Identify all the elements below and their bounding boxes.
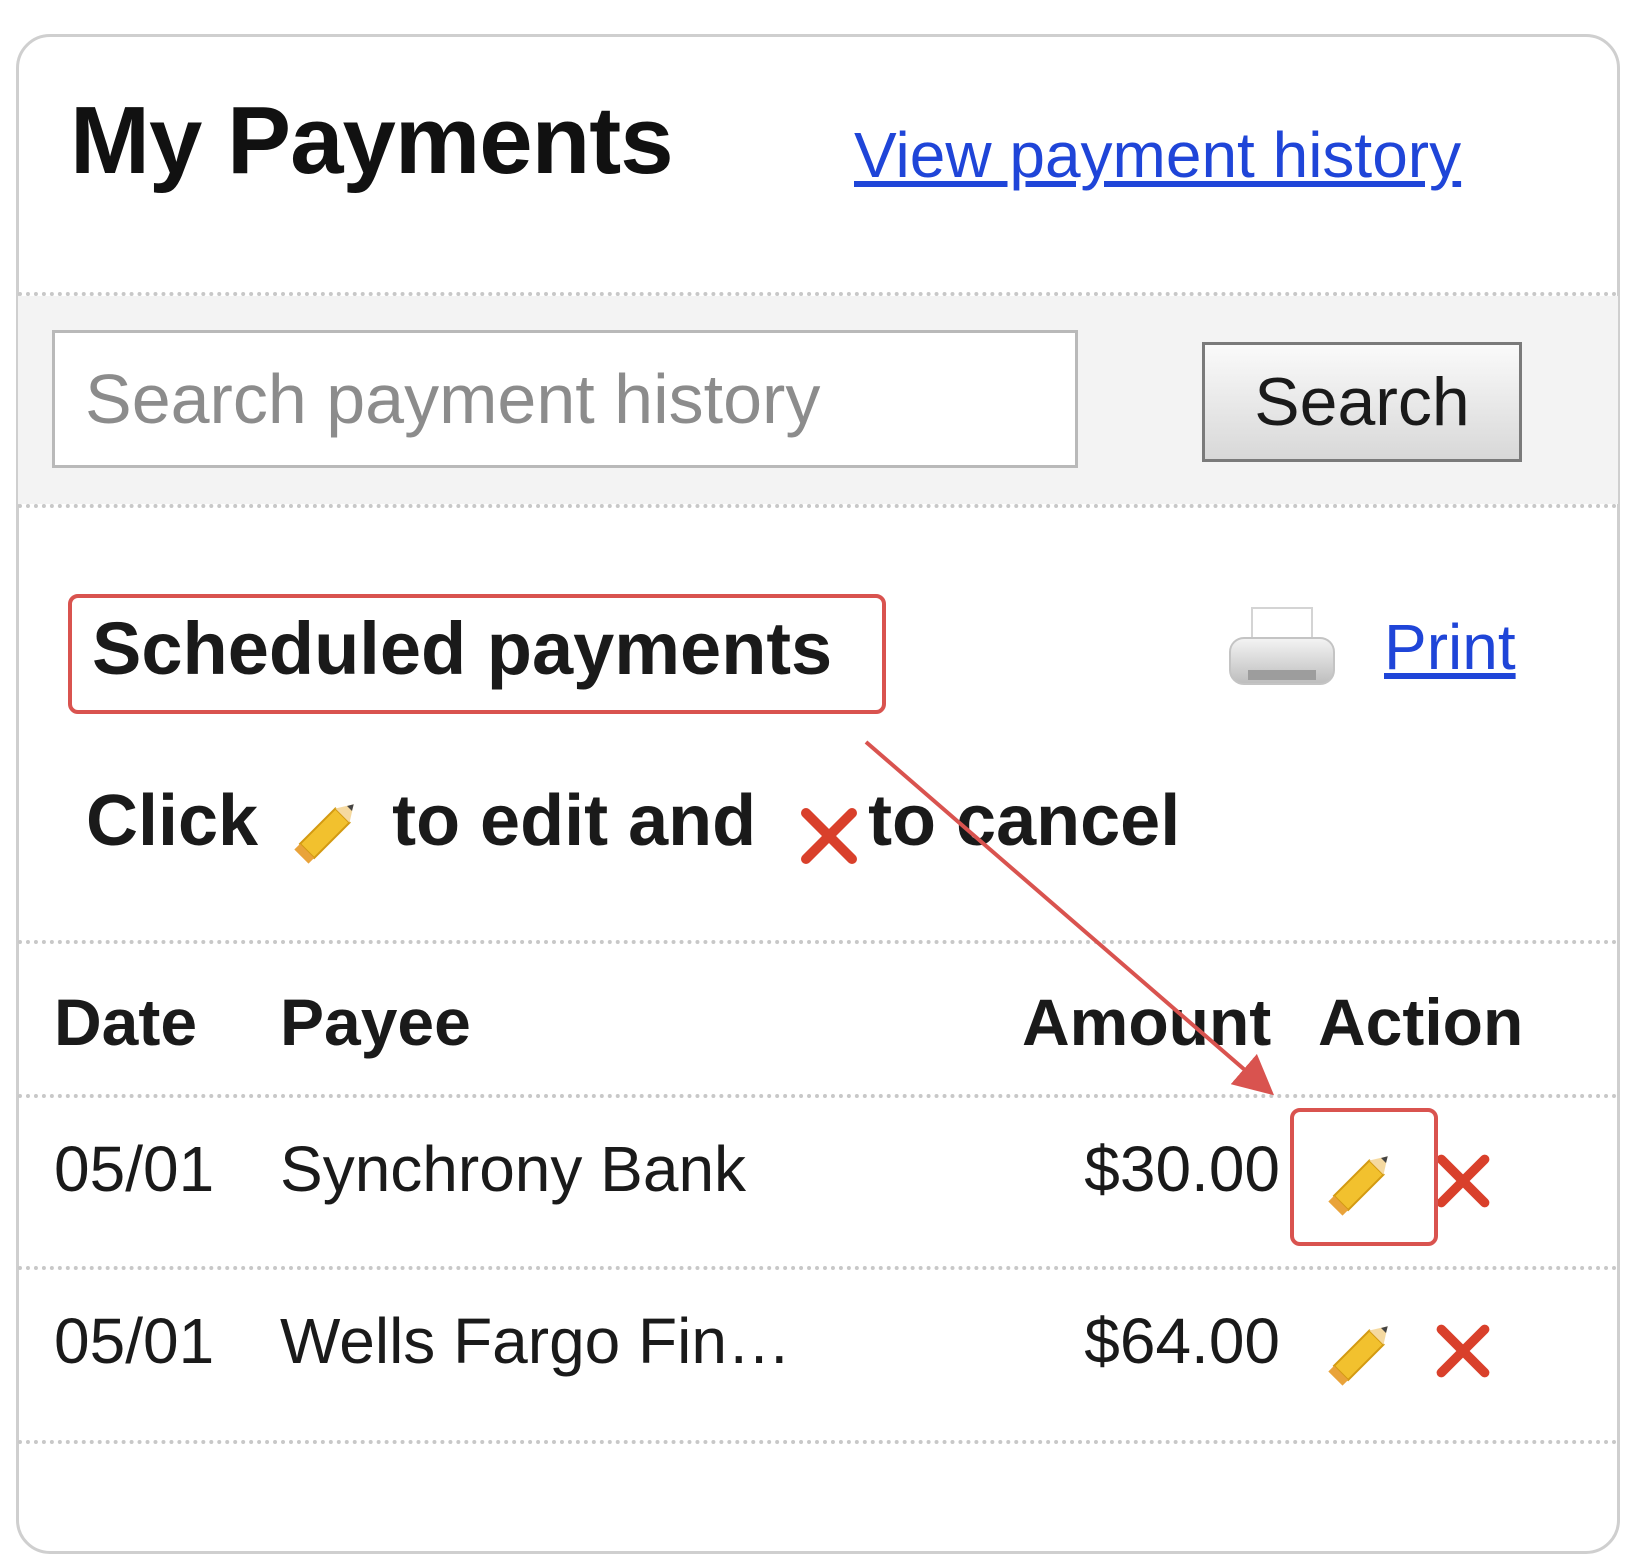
row-payee: Synchrony Bank [280,1133,747,1205]
divider [18,504,1618,508]
row-date: 05/01 [54,1305,215,1377]
divider [18,940,1618,944]
pencil-icon[interactable] [1318,1306,1408,1396]
close-icon[interactable] [1430,1148,1496,1214]
row-amount: $30.00 [1084,1133,1280,1205]
column-header-payee: Payee [280,985,471,1059]
search-button[interactable]: Search [1202,342,1522,462]
column-header-action: Action [1318,985,1524,1059]
instructions: Click to edit and to cancel [86,768,1180,874]
row-payee: Wells Fargo Fin… [280,1305,791,1377]
instructions-text-edit: to edit and [392,781,757,861]
annotation-box-title [68,594,886,714]
printer-icon[interactable] [1226,600,1338,696]
divider [18,1440,1618,1444]
close-icon [801,808,858,864]
divider [18,1266,1618,1270]
page-title: My Payments [70,87,674,194]
annotation-box-edit [1290,1108,1438,1246]
pencil-icon [294,804,354,864]
view-payment-history-link[interactable]: View payment history [854,118,1461,192]
search-input[interactable] [52,330,1078,468]
print-link[interactable]: Print [1384,610,1516,684]
instructions-text-cancel: to cancel [868,781,1181,861]
column-header-date: Date [54,985,198,1059]
instructions-text-click: Click [86,781,259,861]
row-amount: $64.00 [1084,1305,1280,1377]
row-date: 05/01 [54,1133,215,1205]
close-icon[interactable] [1430,1318,1496,1384]
column-header-amount: Amount [1022,985,1272,1059]
divider [18,1094,1618,1098]
